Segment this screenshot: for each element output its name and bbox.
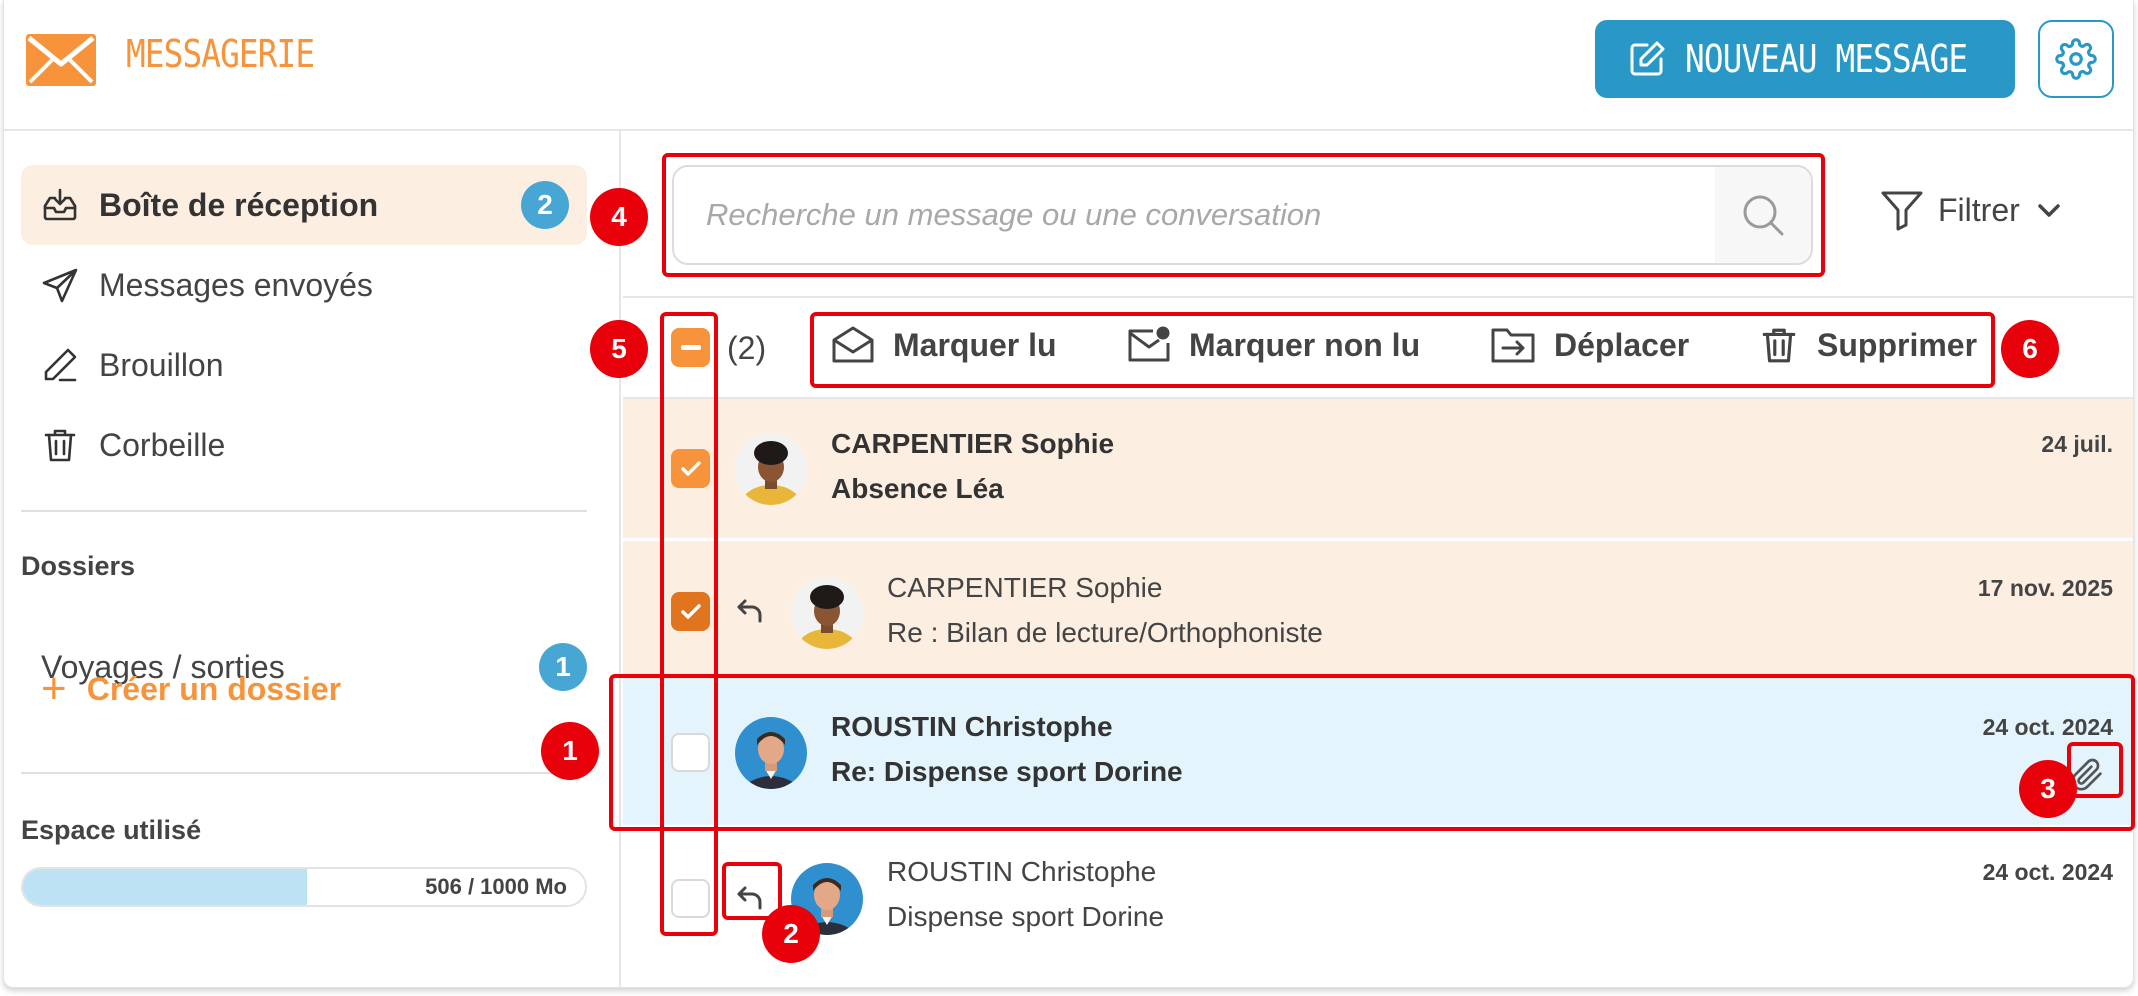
settings-button[interactable] (2038, 20, 2114, 98)
reply-icon (737, 599, 762, 623)
search-icon (1743, 195, 1784, 236)
message-date: 17 nov. 2025 (1977, 575, 2113, 601)
compose-icon (1630, 41, 1665, 76)
selected-count: (2) (727, 330, 767, 366)
checkmark-icon (680, 460, 701, 476)
message-subject: Dispense sport Dorine (887, 901, 1165, 932)
divider (623, 296, 2133, 298)
avatar (735, 433, 807, 505)
plus-icon: + (41, 664, 67, 713)
folders-title: Dossiers (21, 551, 136, 581)
sidebar-item-label: Corbeille (99, 426, 226, 463)
select-all-checkbox[interactable] (671, 328, 710, 367)
mark-read-label: Marquer lu (893, 326, 1057, 363)
annotation-marker: 4 (590, 188, 648, 246)
mark-unread-button[interactable]: Marquer non lu (1127, 325, 1420, 365)
divider (21, 510, 587, 512)
storage-usage-bar: 506 / 1000 Mo (21, 867, 587, 907)
message-row[interactable]: CARPENTIER Sophie Re : Bilan de lecture/… (623, 541, 2133, 679)
annotation-marker: 2 (762, 905, 820, 963)
checkmark-icon (680, 603, 701, 619)
message-checkbox[interactable] (671, 449, 710, 488)
create-folder-label: Créer un dossier (86, 670, 342, 707)
message-checkbox[interactable] (671, 592, 710, 631)
message-date: 24 oct. 2024 (1982, 714, 2113, 740)
mark-read-button[interactable]: Marquer lu (831, 325, 1057, 365)
annotation-marker: 6 (2001, 320, 2059, 378)
search-input[interactable] (674, 167, 1715, 263)
sidebar-item-inbox[interactable]: Boîte de réception 2 (21, 165, 587, 245)
storage-title: Espace utilisé (21, 815, 202, 845)
chevron-down-icon (2038, 204, 2060, 217)
trash-icon (44, 429, 76, 462)
app-title: MESSAGERIE (126, 32, 315, 76)
move-label: Déplacer (1554, 326, 1690, 363)
delete-button[interactable]: Supprimer (1759, 325, 1977, 365)
storage-usage-fill (23, 869, 308, 905)
unread-count-badge: 2 (521, 181, 569, 229)
folder-move-icon (1491, 328, 1535, 363)
message-sender: ROUSTIN Christophe (831, 711, 1113, 742)
gear-icon (2055, 38, 2097, 80)
trash-icon (1762, 328, 1796, 363)
sidebar-item-drafts[interactable]: Brouillon (21, 325, 587, 405)
envelope-unread-icon (1128, 326, 1170, 362)
message-row[interactable]: CARPENTIER Sophie Absence Léa 24 juil. (623, 399, 2133, 538)
filter-dropdown[interactable]: Filtrer (1880, 189, 2078, 231)
annotation-marker: 3 (2019, 760, 2077, 818)
envelope-open-icon (832, 326, 874, 363)
storage-usage-text: 506 / 1000 Mo (425, 874, 567, 899)
inbox-icon (43, 188, 77, 221)
message-subject: Re : Bilan de lecture/Orthophoniste (887, 617, 1323, 648)
message-list-panel: Filtrer (2) Marquer lu Marquer non lu (623, 131, 2133, 987)
divider (21, 772, 587, 774)
filter-label: Filtrer (1938, 191, 2020, 228)
message-subject: Re: Dispense sport Dorine (831, 756, 1183, 787)
sidebar-item-label: Messages envoyés (99, 266, 373, 303)
message-row[interactable]: ROUSTIN Christophe Re: Dispense sport Do… (623, 679, 2133, 825)
delete-label: Supprimer (1817, 326, 1978, 363)
annotation-marker: 1 (541, 722, 599, 780)
mark-unread-label: Marquer non lu (1189, 326, 1421, 363)
sidebar-item-sent[interactable]: Messages envoyés (21, 245, 587, 325)
sidebar-item-label: Brouillon (99, 346, 224, 383)
pencil-icon (44, 348, 77, 382)
envelope-logo-icon (26, 34, 96, 86)
avatar (791, 577, 863, 649)
new-message-button[interactable]: NOUVEAU MESSAGE (1595, 20, 2015, 98)
annotation-marker: 5 (590, 320, 648, 378)
message-checkbox[interactable] (671, 879, 710, 918)
move-button[interactable]: Déplacer (1490, 325, 1689, 365)
create-folder-button[interactable]: + Créer un dossier (41, 667, 341, 711)
message-date: 24 juil. (2041, 431, 2113, 457)
message-sender: CARPENTIER Sophie (831, 428, 1115, 459)
message-date: 24 oct. 2024 (1982, 859, 2113, 885)
messaging-app: MESSAGERIE NOUVEAU MESSAGE Boîte de réce… (3, 0, 2134, 988)
reply-icon (737, 886, 762, 910)
filter-icon (1881, 191, 1923, 231)
folder-count-badge: 1 (539, 643, 587, 691)
message-row[interactable]: ROUSTIN Christophe Dispense sport Dorine… (623, 825, 2133, 965)
top-bar: MESSAGERIE NOUVEAU MESSAGE (4, 0, 2133, 131)
minus-icon (680, 344, 701, 350)
message-sender: CARPENTIER Sophie (887, 572, 1163, 603)
sidebar-item-trash[interactable]: Corbeille (21, 405, 587, 485)
message-sender: ROUSTIN Christophe (887, 856, 1157, 887)
send-icon (42, 268, 78, 303)
avatar (735, 717, 807, 789)
search-button[interactable] (1715, 167, 1811, 263)
sidebar-item-label: Boîte de réception (99, 186, 379, 223)
new-message-label: NOUVEAU MESSAGE (1685, 37, 1968, 81)
message-checkbox[interactable] (671, 733, 710, 772)
message-subject: Absence Léa (831, 473, 1004, 504)
sidebar: Boîte de réception 2 Messages envoyés Br… (4, 131, 621, 987)
search-box (672, 165, 1813, 265)
